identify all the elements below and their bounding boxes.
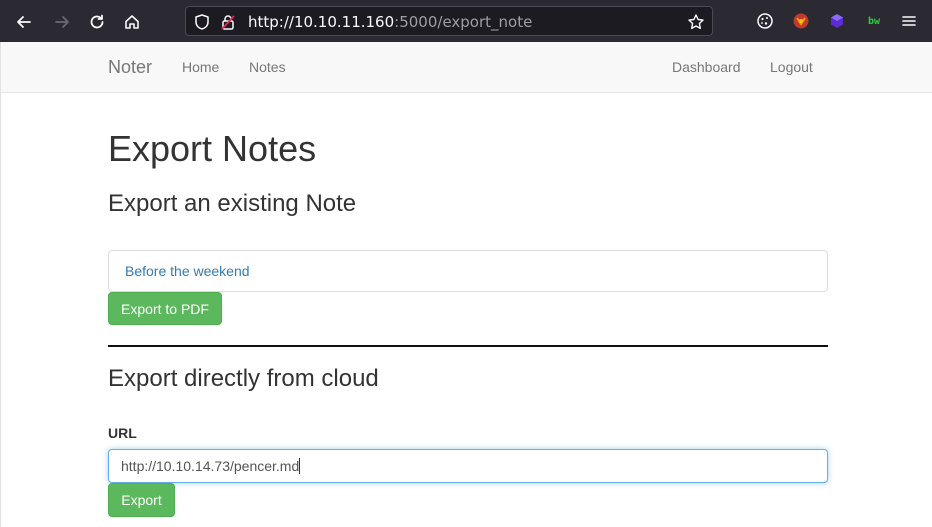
purple-cube-extension-icon[interactable] [826,10,848,32]
note-select[interactable]: Before the weekend [108,250,828,292]
page-title: Export Notes [108,128,317,169]
page-content: Noter Home Notes Dashboard Logout Export… [0,42,932,527]
shield-icon[interactable] [193,13,211,31]
url-input[interactable]: http://10.10.14.73/pencer.md [108,449,828,483]
reload-icon[interactable] [84,9,110,35]
export-pdf-button[interactable]: Export to PDF [108,292,222,325]
home-icon[interactable] [119,9,145,35]
bw-label: bw [867,15,881,27]
bw-extension-icon[interactable]: bw [862,10,886,32]
star-icon[interactable] [687,13,705,31]
nav-dashboard-link[interactable]: Dashboard [672,59,741,75]
nav-home-link[interactable]: Home [182,59,219,75]
url-label: URL [108,425,137,441]
cookie-icon[interactable] [754,10,776,32]
url-path: :5000/export_note [394,13,533,31]
browser-toolbar: http://10.10.11.160:5000/export_note bw [0,0,932,42]
menu-icon[interactable] [898,10,920,32]
nav-notes-link[interactable]: Notes [249,59,286,75]
url-text: http://10.10.11.160:5000/export_note [248,13,532,31]
nav-logout-link[interactable]: Logout [770,59,813,75]
export-cloud-heading: Export directly from cloud [108,365,379,392]
forward-icon[interactable] [49,9,75,35]
fox-extension-icon[interactable] [790,10,812,32]
export-button[interactable]: Export [108,483,175,517]
section-divider [108,345,828,347]
text-caret [299,458,301,474]
url-input-value: http://10.10.14.73/pencer.md [121,458,300,474]
export-existing-heading: Export an existing Note [108,190,357,217]
brand-link[interactable]: Noter [108,57,152,78]
site-navbar: Noter Home Notes Dashboard Logout [1,42,932,93]
selected-note-option[interactable]: Before the weekend [125,263,250,279]
back-icon[interactable] [11,9,37,35]
url-host: http://10.10.11.160 [248,13,395,31]
lock-icon[interactable] [219,13,237,31]
address-bar[interactable]: http://10.10.11.160:5000/export_note [185,6,713,36]
